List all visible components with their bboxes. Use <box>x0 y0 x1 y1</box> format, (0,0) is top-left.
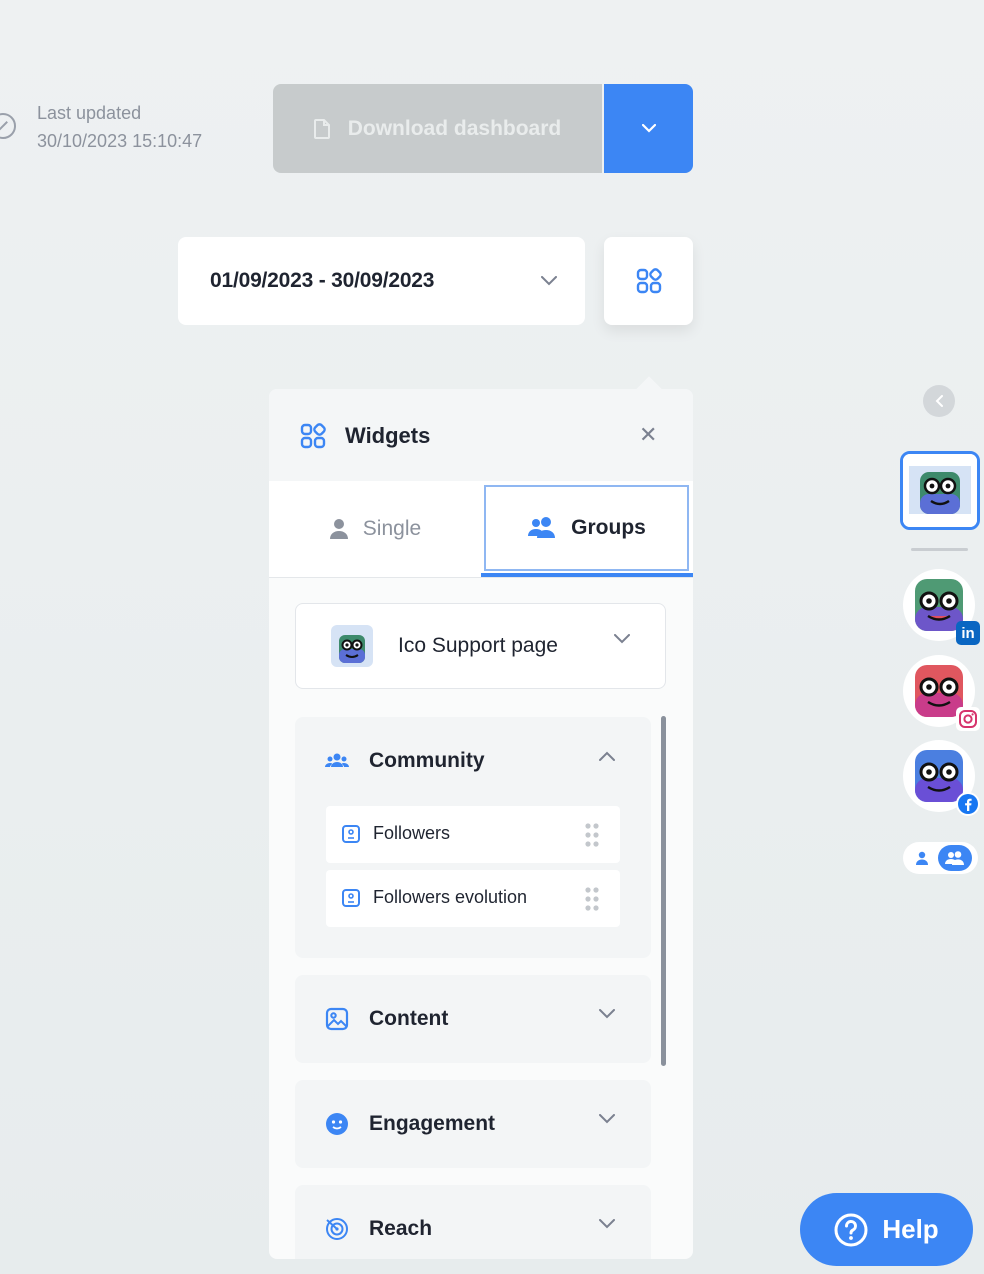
download-dashboard-button[interactable]: Download dashboard <box>273 84 602 173</box>
user-icon <box>329 519 348 539</box>
drag-handle-icon[interactable] <box>584 886 600 912</box>
chevron-down-icon <box>641 124 656 133</box>
widgets-panel: Widgets ✕ Single Groups Ico Support page… <box>269 389 693 1259</box>
widget-item-label: Followers evolution <box>373 887 528 907</box>
widget-tabs: Single Groups <box>269 481 693 578</box>
selected-page-avatar[interactable] <box>900 451 980 530</box>
linkedin-icon: in <box>956 621 980 645</box>
image-icon <box>325 1007 349 1031</box>
emoji-icon <box>326 1113 348 1135</box>
user-icon <box>916 851 928 865</box>
facebook-icon <box>956 792 980 816</box>
section-content-label: Content <box>369 1007 449 1030</box>
last-updated-value: 30/10/2023 15:10:47 <box>37 131 203 151</box>
chevron-up-icon <box>599 751 615 761</box>
widget-card-icon <box>342 889 360 907</box>
document-icon <box>313 118 330 139</box>
close-icon[interactable]: ✕ <box>639 424 657 446</box>
tab-single[interactable]: Single <box>269 481 481 577</box>
chevron-left-icon <box>935 395 943 407</box>
section-engagement[interactable]: Engagement <box>295 1080 651 1168</box>
date-range-select[interactable]: 01/09/2023 - 30/09/2023 <box>178 237 585 325</box>
instagram-icon <box>956 707 980 731</box>
download-options-button[interactable] <box>604 84 693 173</box>
widget-item-followers[interactable]: Followers <box>326 806 620 863</box>
section-community-label: Community <box>369 749 485 772</box>
chevron-down-icon <box>599 1114 615 1124</box>
collapse-rail-button[interactable] <box>923 385 955 417</box>
help-button[interactable]: Help <box>800 1193 973 1266</box>
date-range-value: 01/09/2023 - 30/09/2023 <box>210 269 435 292</box>
active-tab-indicator <box>481 573 693 577</box>
page-name: Ico Support page <box>398 634 558 657</box>
section-reach[interactable]: Reach <box>295 1185 651 1259</box>
tab-single-label: Single <box>362 517 422 540</box>
widget-item-followers-evolution[interactable]: Followers evolution <box>326 870 620 927</box>
download-dashboard-label: Download dashboard <box>347 116 562 140</box>
section-engagement-label: Engagement <box>369 1112 496 1135</box>
widgets-grid-icon <box>636 268 662 294</box>
tab-groups[interactable]: Groups <box>484 485 689 571</box>
section-reach-label: Reach <box>369 1217 433 1240</box>
community-icon <box>325 753 349 767</box>
last-updated-label: Last updated <box>37 103 142 123</box>
chevron-down-icon <box>599 1009 615 1019</box>
drag-handle-icon[interactable] <box>584 822 600 848</box>
widget-item-label: Followers <box>373 823 451 843</box>
single-groups-toggle[interactable] <box>903 842 978 874</box>
reach-icon <box>326 1218 348 1240</box>
section-community-header[interactable]: Community <box>295 717 651 805</box>
page-select[interactable]: Ico Support page <box>295 603 666 689</box>
panel-title: Widgets <box>345 423 431 448</box>
rail-divider <box>911 548 968 551</box>
tab-groups-label: Groups <box>571 516 646 539</box>
widgets-toggle-button[interactable] <box>604 237 693 325</box>
users-icon <box>945 851 964 865</box>
toggle-active-knob <box>938 845 972 871</box>
question-icon <box>834 1213 868 1246</box>
chevron-down-icon <box>541 276 557 286</box>
panel-header: Widgets ✕ <box>269 389 693 481</box>
status-icon <box>0 113 16 139</box>
section-community: Community Followers Followers evolution <box>295 717 651 958</box>
scrollbar[interactable] <box>661 716 666 1066</box>
section-content[interactable]: Content <box>295 975 651 1063</box>
chevron-down-icon <box>599 1219 615 1229</box>
widget-card-icon <box>342 825 360 843</box>
page-avatar <box>331 625 373 667</box>
users-icon <box>528 517 556 538</box>
chevron-down-icon <box>614 634 630 644</box>
help-label: Help <box>882 1214 939 1244</box>
widgets-grid-icon <box>300 423 326 449</box>
